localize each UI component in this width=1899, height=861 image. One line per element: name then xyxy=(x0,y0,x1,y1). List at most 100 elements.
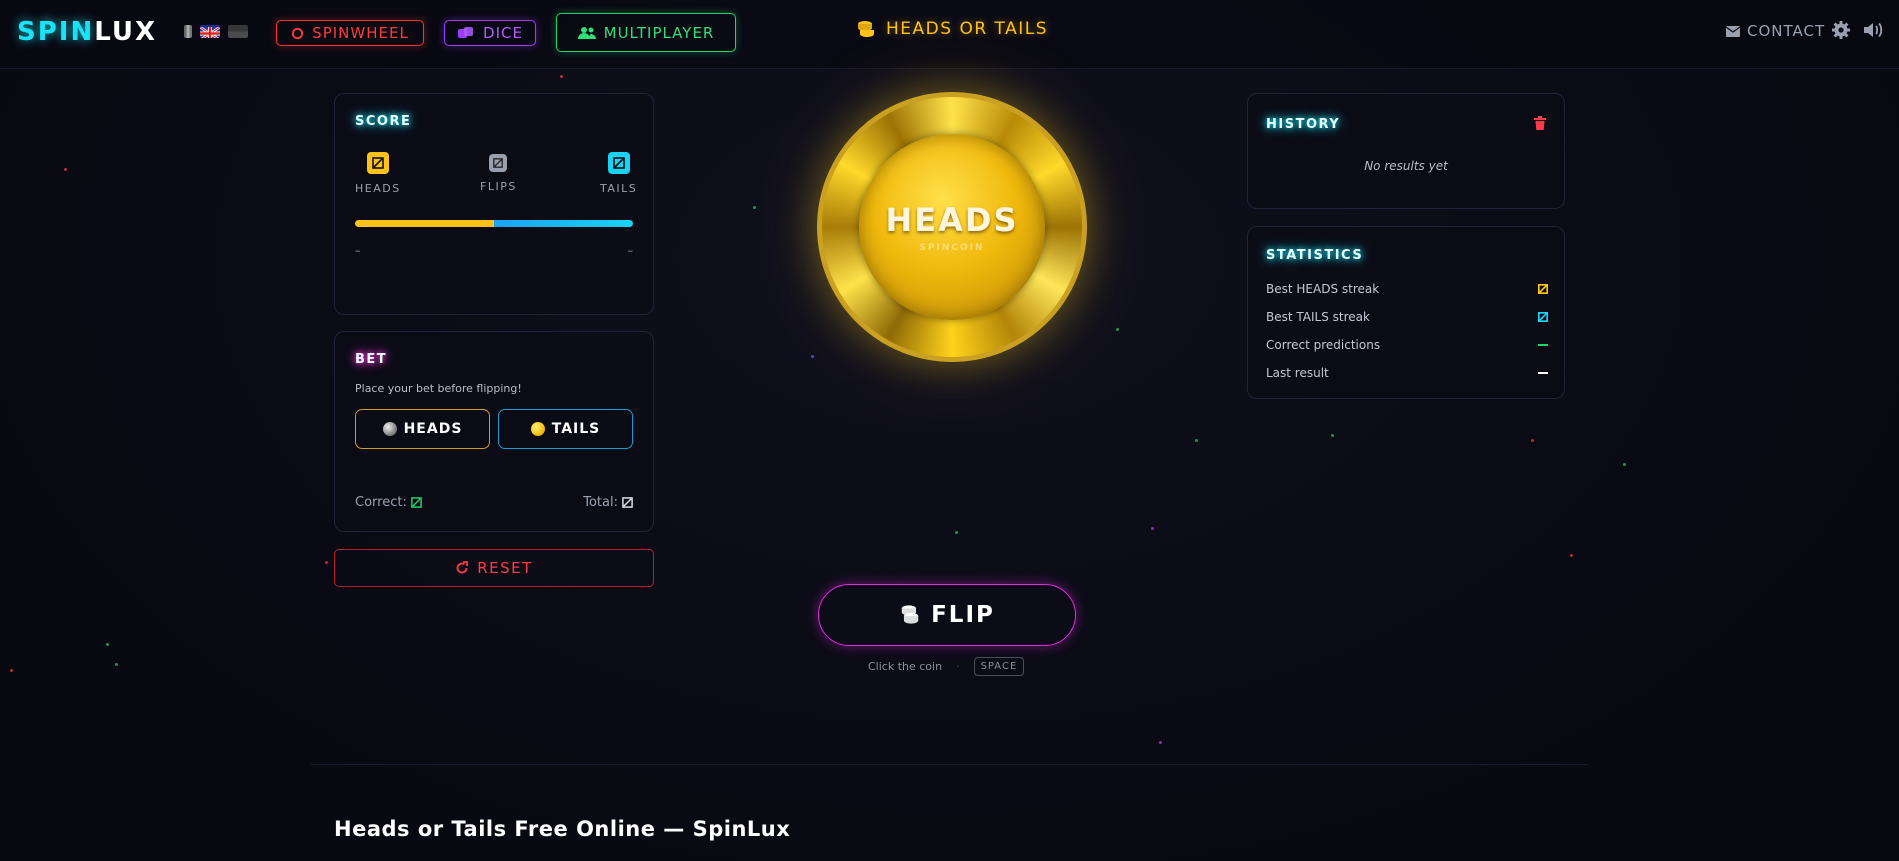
coin-face: HEADS SPINCOIN xyxy=(859,134,1045,320)
reset-button[interactable]: RESET xyxy=(334,549,654,587)
score-panel: SCORE HEADS FLIPS TAILS – – xyxy=(334,93,654,315)
spinwheel-button[interactable]: SPINWHEEL xyxy=(276,20,424,46)
tails-label: TAILS xyxy=(600,182,638,195)
spinwheel-label: SPINWHEEL xyxy=(312,24,409,42)
contact-link[interactable]: CONTACT xyxy=(1726,22,1825,40)
circle-icon xyxy=(292,27,304,39)
particle xyxy=(1623,463,1626,466)
tails-score: TAILS xyxy=(600,152,637,195)
top-navbar: SPINLUX SPINWHEEL DICE MULTIPLAYER HEADS… xyxy=(0,0,1899,69)
section-divider xyxy=(311,764,1588,765)
coin[interactable]: HEADS SPINCOIN xyxy=(817,92,1087,362)
bet-title: BET xyxy=(355,352,388,367)
correct-label: Correct: xyxy=(355,495,407,510)
particle xyxy=(1151,527,1154,530)
bet-tails-label: TAILS xyxy=(551,421,601,437)
heads-score: HEADS xyxy=(355,152,401,195)
heads-tails-ratio-bar xyxy=(355,220,633,227)
multiplayer-label: MULTIPLAYER xyxy=(603,23,715,42)
heads-streak-icon xyxy=(1538,284,1548,294)
flips-count-icon xyxy=(489,154,508,172)
gold-coin-icon xyxy=(530,422,545,436)
flips-score: FLIPS xyxy=(480,154,517,193)
flag-uk-icon[interactable] xyxy=(200,25,220,38)
history-panel: HISTORY No results yet xyxy=(1247,93,1565,209)
correct-predictions-dash xyxy=(1538,344,1548,346)
tails-percent: – xyxy=(627,244,634,257)
flip-button[interactable]: FLIP xyxy=(818,584,1076,646)
heads-count-icon xyxy=(366,152,389,174)
multiplayer-button[interactable]: MULTIPLAYER xyxy=(556,13,736,52)
particle xyxy=(1531,439,1534,442)
flip-hint: Click the coin · SPACE xyxy=(868,657,1025,676)
coins-stack-icon xyxy=(901,605,919,624)
gear-icon[interactable] xyxy=(1831,20,1851,44)
stat-row: Best TAILS streak xyxy=(1266,310,1548,324)
stat-row: Last result xyxy=(1266,366,1548,380)
users-icon xyxy=(577,26,596,39)
correct-count-icon xyxy=(411,497,422,508)
particle xyxy=(1331,434,1334,437)
particle xyxy=(1159,741,1162,744)
last-result-dash xyxy=(1538,372,1548,374)
game-title-text: HEADS OR TAILS xyxy=(886,19,1049,39)
trash-icon[interactable] xyxy=(1534,115,1546,134)
flag-it-icon[interactable] xyxy=(184,25,192,38)
dice-button[interactable]: DICE xyxy=(444,20,536,46)
envelope-icon xyxy=(1726,25,1740,37)
coins-icon xyxy=(858,21,874,37)
particle xyxy=(325,561,328,564)
particle xyxy=(10,669,13,672)
reset-label: RESET xyxy=(477,559,533,577)
tails-streak-icon xyxy=(1538,312,1548,322)
flips-label: FLIPS xyxy=(480,180,517,193)
dice-label: DICE xyxy=(483,24,523,42)
heads-percent: – xyxy=(355,244,361,257)
refresh-icon xyxy=(456,561,469,574)
silver-coin-icon xyxy=(382,422,397,436)
speaker-icon[interactable] xyxy=(1862,20,1884,44)
coin-face-text: HEADS xyxy=(885,201,1019,239)
particle xyxy=(1195,439,1198,442)
stat-label: Best HEADS streak xyxy=(1266,282,1380,296)
correct-tally: Correct: xyxy=(355,495,422,510)
particle xyxy=(106,643,109,646)
logo[interactable]: SPINLUX xyxy=(17,17,157,47)
total-label: Total: xyxy=(583,495,618,510)
particle xyxy=(64,168,67,171)
particle xyxy=(560,75,563,78)
bet-subtitle: Place your bet before flipping! xyxy=(355,382,522,395)
bet-heads-label: HEADS xyxy=(403,421,463,437)
particle xyxy=(811,355,814,358)
bet-heads-button[interactable]: HEADS xyxy=(355,409,490,449)
stat-row: Correct predictions xyxy=(1266,338,1548,352)
flag-other-icon[interactable] xyxy=(228,25,248,38)
total-tally: Total: xyxy=(583,495,633,510)
total-count-icon xyxy=(622,497,633,508)
stat-row: Best HEADS streak xyxy=(1266,282,1548,296)
contact-label: CONTACT xyxy=(1747,22,1826,40)
game-title: HEADS OR TAILS xyxy=(856,19,1048,39)
language-switcher xyxy=(184,25,248,38)
particle xyxy=(955,531,958,534)
particle xyxy=(1116,328,1119,331)
history-empty-text: No results yet xyxy=(1364,159,1448,173)
stat-label: Correct predictions xyxy=(1266,338,1381,352)
tails-count-icon xyxy=(607,152,630,174)
score-title: SCORE xyxy=(355,114,412,129)
coin-brand-text: SPINCOIN xyxy=(919,243,985,253)
heads-label: HEADS xyxy=(355,182,401,195)
hint-separator: · xyxy=(956,660,960,673)
stat-label: Best TAILS streak xyxy=(1266,310,1370,324)
stat-label: Last result xyxy=(1266,366,1329,380)
history-title: HISTORY xyxy=(1266,117,1341,132)
bet-panel: BET Place your bet before flipping! HEAD… xyxy=(334,331,654,532)
particle xyxy=(753,206,756,209)
particle xyxy=(1570,554,1573,557)
statistics-title: STATISTICS xyxy=(1266,248,1364,263)
hint-text: Click the coin xyxy=(868,660,943,673)
particle xyxy=(115,663,118,666)
dice-icon xyxy=(458,27,474,38)
statistics-panel: STATISTICS Best HEADS streak Best TAILS … xyxy=(1247,226,1565,399)
bet-tails-button[interactable]: TAILS xyxy=(498,409,633,449)
